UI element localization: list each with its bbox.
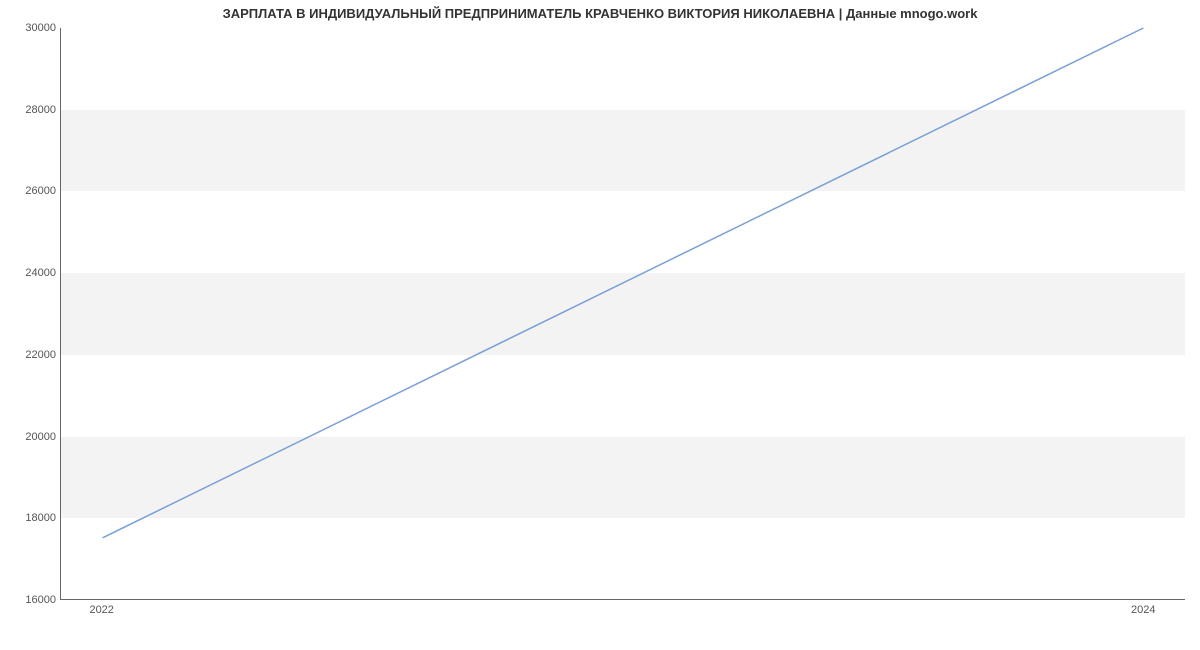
y-tick-label: 18000 — [14, 512, 56, 524]
line-layer — [61, 28, 1185, 599]
y-tick-label: 20000 — [14, 431, 56, 443]
y-tick-label: 16000 — [14, 594, 56, 606]
y-tick-label: 22000 — [14, 349, 56, 361]
x-tick-label: 2024 — [1131, 604, 1155, 616]
data-line — [103, 28, 1144, 538]
plot-area — [60, 28, 1185, 600]
y-tick-label: 24000 — [14, 267, 56, 279]
chart-title: ЗАРПЛАТА В ИНДИВИДУАЛЬНЫЙ ПРЕДПРИНИМАТЕЛ… — [0, 6, 1200, 21]
chart-container: ЗАРПЛАТА В ИНДИВИДУАЛЬНЫЙ ПРЕДПРИНИМАТЕЛ… — [0, 0, 1200, 650]
y-tick-label: 28000 — [14, 104, 56, 116]
y-tick-label: 26000 — [14, 185, 56, 197]
x-tick-label: 2022 — [89, 604, 113, 616]
y-tick-label: 30000 — [14, 22, 56, 34]
